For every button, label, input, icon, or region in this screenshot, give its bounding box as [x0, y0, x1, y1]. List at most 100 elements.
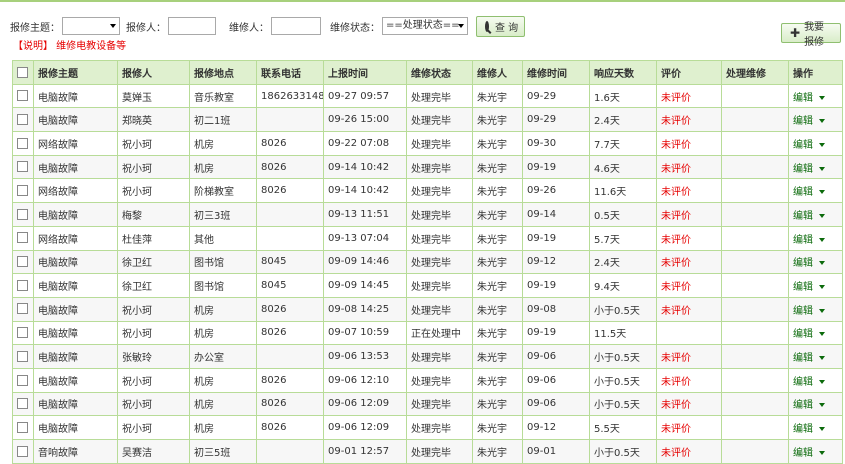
row-select-cell[interactable] — [12, 225, 34, 251]
row-checkbox[interactable] — [17, 327, 28, 339]
search-button[interactable]: 查 询 — [476, 15, 525, 37]
row-action[interactable]: 编辑 — [788, 296, 843, 322]
chevron-down-icon[interactable] — [819, 450, 825, 455]
edit-link[interactable]: 编辑 — [793, 424, 813, 435]
row-select-cell[interactable] — [12, 439, 34, 464]
chevron-down-icon[interactable] — [819, 213, 825, 218]
row-checkbox[interactable] — [17, 445, 28, 457]
row-action[interactable]: 编辑 — [788, 320, 843, 346]
row-repairer: 朱光宇 — [472, 83, 523, 109]
row-checkbox[interactable] — [17, 421, 28, 433]
edit-link[interactable]: 编辑 — [793, 140, 813, 151]
row-action[interactable]: 编辑 — [788, 273, 843, 298]
row-checkbox[interactable] — [17, 90, 28, 102]
edit-link[interactable]: 编辑 — [793, 329, 813, 340]
edit-link[interactable]: 编辑 — [793, 400, 813, 411]
row-select-cell[interactable] — [12, 107, 34, 133]
row-checkbox[interactable] — [17, 303, 28, 315]
row-status: 处理完毕 — [406, 249, 473, 275]
select-all-header[interactable] — [12, 60, 34, 85]
row-handle — [721, 439, 789, 464]
row-action[interactable]: 编辑 — [788, 107, 843, 133]
edit-link[interactable]: 编辑 — [793, 93, 813, 104]
row-checkbox[interactable] — [17, 256, 28, 268]
row-action[interactable]: 编辑 — [788, 344, 843, 369]
chevron-down-icon[interactable] — [819, 308, 825, 313]
subject-label: 报修主题： — [10, 22, 60, 34]
row-select-cell[interactable] — [12, 320, 34, 346]
edit-link[interactable]: 编辑 — [793, 448, 813, 459]
status-select[interactable]: ==处理状态== — [382, 17, 468, 35]
row-select-cell[interactable] — [12, 249, 34, 275]
row-select-cell[interactable] — [12, 154, 34, 180]
row-response-days: 11.6天 — [589, 178, 657, 204]
row-reported-time: 09-27 09:57 — [323, 83, 407, 109]
edit-link[interactable]: 编辑 — [793, 235, 813, 246]
row-rating: 未评价 — [656, 225, 722, 251]
row-select-cell[interactable] — [12, 367, 34, 393]
edit-link[interactable]: 编辑 — [793, 353, 813, 364]
row-checkbox[interactable] — [17, 113, 28, 125]
edit-link[interactable]: 编辑 — [793, 258, 813, 269]
chevron-down-icon[interactable] — [819, 427, 825, 432]
row-select-cell[interactable] — [12, 83, 34, 109]
row-checkbox[interactable] — [17, 161, 28, 173]
chevron-down-icon[interactable] — [819, 379, 825, 384]
row-select-cell[interactable] — [12, 178, 34, 204]
row-checkbox[interactable] — [17, 185, 28, 197]
row-action[interactable]: 编辑 — [788, 225, 843, 251]
row-response-days: 7.7天 — [589, 131, 657, 156]
chevron-down-icon[interactable] — [819, 332, 825, 337]
repairer-input[interactable] — [271, 17, 321, 35]
edit-link[interactable]: 编辑 — [793, 306, 813, 317]
chevron-down-icon[interactable] — [819, 403, 825, 408]
subject-select[interactable] — [62, 17, 120, 35]
row-repairer: 朱光宇 — [472, 107, 523, 133]
row-action[interactable]: 编辑 — [788, 202, 843, 227]
row-checkbox[interactable] — [17, 232, 28, 244]
row-checkbox[interactable] — [17, 279, 28, 291]
status-select-value: ==处理状态== — [386, 20, 460, 31]
edit-link[interactable]: 编辑 — [793, 282, 813, 293]
row-action[interactable]: 编辑 — [788, 367, 843, 393]
row-select-cell[interactable] — [12, 296, 34, 322]
chevron-down-icon[interactable] — [819, 119, 825, 124]
row-action[interactable]: 编辑 — [788, 415, 843, 440]
chevron-down-icon[interactable] — [819, 142, 825, 147]
row-select-cell[interactable] — [12, 415, 34, 440]
row-select-cell[interactable] — [12, 273, 34, 298]
row-action[interactable]: 编辑 — [788, 178, 843, 204]
chevron-down-icon[interactable] — [819, 356, 825, 361]
row-action[interactable]: 编辑 — [788, 439, 843, 464]
row-checkbox[interactable] — [17, 374, 28, 386]
row-action[interactable]: 编辑 — [788, 83, 843, 109]
edit-link[interactable]: 编辑 — [793, 116, 813, 127]
row-checkbox[interactable] — [17, 350, 28, 362]
row-select-cell[interactable] — [12, 131, 34, 156]
chevron-down-icon[interactable] — [819, 261, 825, 266]
edit-link[interactable]: 编辑 — [793, 164, 813, 175]
chevron-down-icon[interactable] — [819, 190, 825, 195]
edit-link[interactable]: 编辑 — [793, 211, 813, 222]
row-select-cell[interactable] — [12, 391, 34, 417]
row-checkbox[interactable] — [17, 398, 28, 410]
row-select-cell[interactable] — [12, 202, 34, 227]
edit-link[interactable]: 编辑 — [793, 187, 813, 198]
edit-link[interactable]: 编辑 — [793, 377, 813, 388]
row-action[interactable]: 编辑 — [788, 249, 843, 275]
chevron-down-icon[interactable] — [819, 95, 825, 100]
row-action[interactable]: 编辑 — [788, 154, 843, 180]
row-repair-time: 09-19 — [522, 273, 590, 298]
chevron-down-icon[interactable] — [819, 285, 825, 290]
chevron-down-icon[interactable] — [819, 166, 825, 171]
row-location: 初三3班 — [189, 202, 257, 227]
row-action[interactable]: 编辑 — [788, 131, 843, 156]
chevron-down-icon[interactable] — [819, 237, 825, 242]
row-checkbox[interactable] — [17, 208, 28, 220]
reporter-input[interactable] — [168, 17, 216, 35]
row-select-cell[interactable] — [12, 344, 34, 369]
row-checkbox[interactable] — [17, 137, 28, 149]
report-repair-button[interactable]: ✚ 我要报修 — [781, 22, 841, 48]
select-all-checkbox[interactable] — [17, 66, 28, 78]
row-action[interactable]: 编辑 — [788, 391, 843, 417]
